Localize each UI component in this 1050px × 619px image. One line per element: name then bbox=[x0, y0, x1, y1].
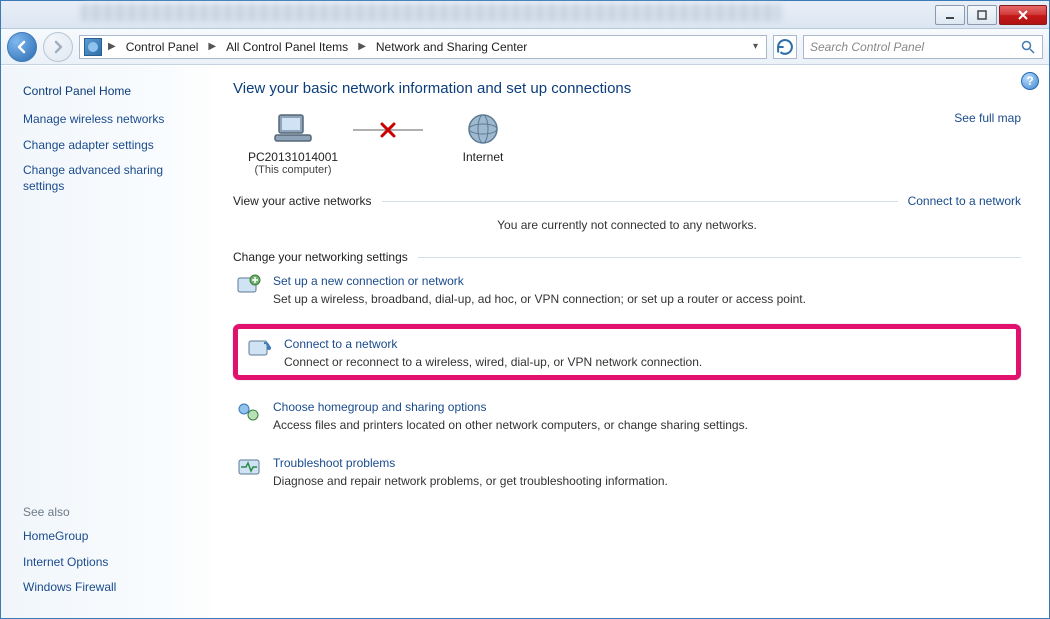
active-networks-heading: View your active networks Connect to a n… bbox=[233, 194, 1021, 208]
close-button[interactable] bbox=[999, 5, 1047, 25]
control-panel-home[interactable]: Control Panel Home bbox=[23, 84, 197, 98]
refresh-icon bbox=[774, 36, 796, 58]
help-icon[interactable]: ? bbox=[1021, 72, 1039, 90]
change-settings-label: Change your networking settings bbox=[233, 250, 408, 264]
connect-network-icon bbox=[246, 335, 274, 363]
setting-link[interactable]: Troubleshoot problems bbox=[273, 456, 395, 470]
connect-to-network-link[interactable]: Connect to a network bbox=[908, 194, 1021, 208]
nav-forward-button[interactable] bbox=[43, 32, 73, 62]
content: ? View your basic network information an… bbox=[211, 66, 1049, 618]
search-icon bbox=[1020, 39, 1036, 55]
nav-back-button[interactable] bbox=[7, 32, 37, 62]
computer-sub: (This computer) bbox=[233, 164, 353, 176]
setting-set-up-connection[interactable]: Set up a new connection or network Set u… bbox=[233, 268, 1021, 310]
sidebar-windows-firewall[interactable]: Windows Firewall bbox=[23, 580, 197, 596]
search-box[interactable] bbox=[803, 35, 1043, 59]
setting-troubleshoot[interactable]: Troubleshoot problems Diagnose and repai… bbox=[233, 450, 1021, 492]
title-obscured bbox=[81, 4, 781, 22]
disconnected-icon bbox=[379, 121, 397, 139]
breadcrumb-control-panel[interactable]: Control Panel bbox=[122, 40, 203, 54]
map-node-computer: PC20131014001 (This computer) bbox=[233, 111, 353, 176]
window-buttons bbox=[935, 5, 1047, 25]
map-node-internet: Internet bbox=[423, 111, 543, 164]
setting-desc: Connect or reconnect to a wireless, wire… bbox=[284, 355, 702, 369]
page-title: View your basic network information and … bbox=[233, 80, 1021, 97]
computer-icon bbox=[273, 111, 313, 147]
refresh-button[interactable] bbox=[773, 35, 797, 59]
homegroup-icon bbox=[235, 398, 263, 426]
setting-homegroup-sharing[interactable]: Choose homegroup and sharing options Acc… bbox=[233, 394, 1021, 436]
new-connection-icon bbox=[235, 272, 263, 300]
computer-name: PC20131014001 bbox=[233, 150, 353, 164]
titlebar bbox=[1, 1, 1049, 29]
setting-desc: Set up a wireless, broadband, dial-up, a… bbox=[273, 292, 806, 306]
setting-desc: Access files and printers located on oth… bbox=[273, 418, 748, 432]
body: Control Panel Home Manage wireless netwo… bbox=[1, 65, 1049, 618]
setting-connect-to-network[interactable]: Connect to a network Connect or reconnec… bbox=[233, 324, 1021, 380]
chevron-right-icon: ▶ bbox=[108, 41, 116, 52]
setting-desc: Diagnose and repair network problems, or… bbox=[273, 474, 668, 488]
settings-list: Set up a new connection or network Set u… bbox=[233, 268, 1021, 492]
change-settings-heading: Change your networking settings bbox=[233, 250, 1021, 264]
setting-link[interactable]: Connect to a network bbox=[284, 337, 397, 351]
address-bar[interactable]: ▶ Control Panel ▶ All Control Panel Item… bbox=[79, 35, 767, 59]
sidebar: Control Panel Home Manage wireless netwo… bbox=[1, 66, 211, 618]
maximize-button[interactable] bbox=[967, 5, 997, 25]
breadcrumb-all-items[interactable]: All Control Panel Items bbox=[222, 40, 352, 54]
search-input[interactable] bbox=[810, 40, 1020, 54]
globe-icon bbox=[463, 111, 503, 147]
sidebar-homegroup[interactable]: HomeGroup bbox=[23, 529, 197, 545]
setting-link[interactable]: Set up a new connection or network bbox=[273, 274, 464, 288]
sidebar-manage-wireless[interactable]: Manage wireless networks bbox=[23, 112, 197, 128]
sidebar-change-adapter[interactable]: Change adapter settings bbox=[23, 138, 197, 154]
setting-link[interactable]: Choose homegroup and sharing options bbox=[273, 400, 486, 414]
map-connection-line bbox=[353, 129, 423, 131]
active-networks-label: View your active networks bbox=[233, 194, 372, 208]
sidebar-change-advanced-sharing[interactable]: Change advanced sharing settings bbox=[23, 163, 197, 194]
network-map: PC20131014001 (This computer) Internet bbox=[233, 111, 1021, 176]
troubleshoot-icon bbox=[235, 454, 263, 482]
no-networks-message: You are currently not connected to any n… bbox=[233, 212, 1021, 250]
breadcrumb-network-sharing[interactable]: Network and Sharing Center bbox=[372, 40, 531, 54]
chevron-right-icon: ▶ bbox=[358, 41, 366, 52]
network-center-icon bbox=[84, 38, 102, 56]
window: ▶ Control Panel ▶ All Control Panel Item… bbox=[0, 0, 1050, 619]
see-full-map-link[interactable]: See full map bbox=[954, 111, 1021, 125]
sidebar-internet-options[interactable]: Internet Options bbox=[23, 555, 197, 571]
minimize-button[interactable] bbox=[935, 5, 965, 25]
chevron-right-icon: ▶ bbox=[208, 41, 216, 52]
toolbar: ▶ Control Panel ▶ All Control Panel Item… bbox=[1, 29, 1049, 65]
see-also-label: See also bbox=[23, 505, 197, 519]
address-dropdown-icon[interactable]: ▾ bbox=[749, 41, 762, 52]
internet-label: Internet bbox=[423, 150, 543, 164]
